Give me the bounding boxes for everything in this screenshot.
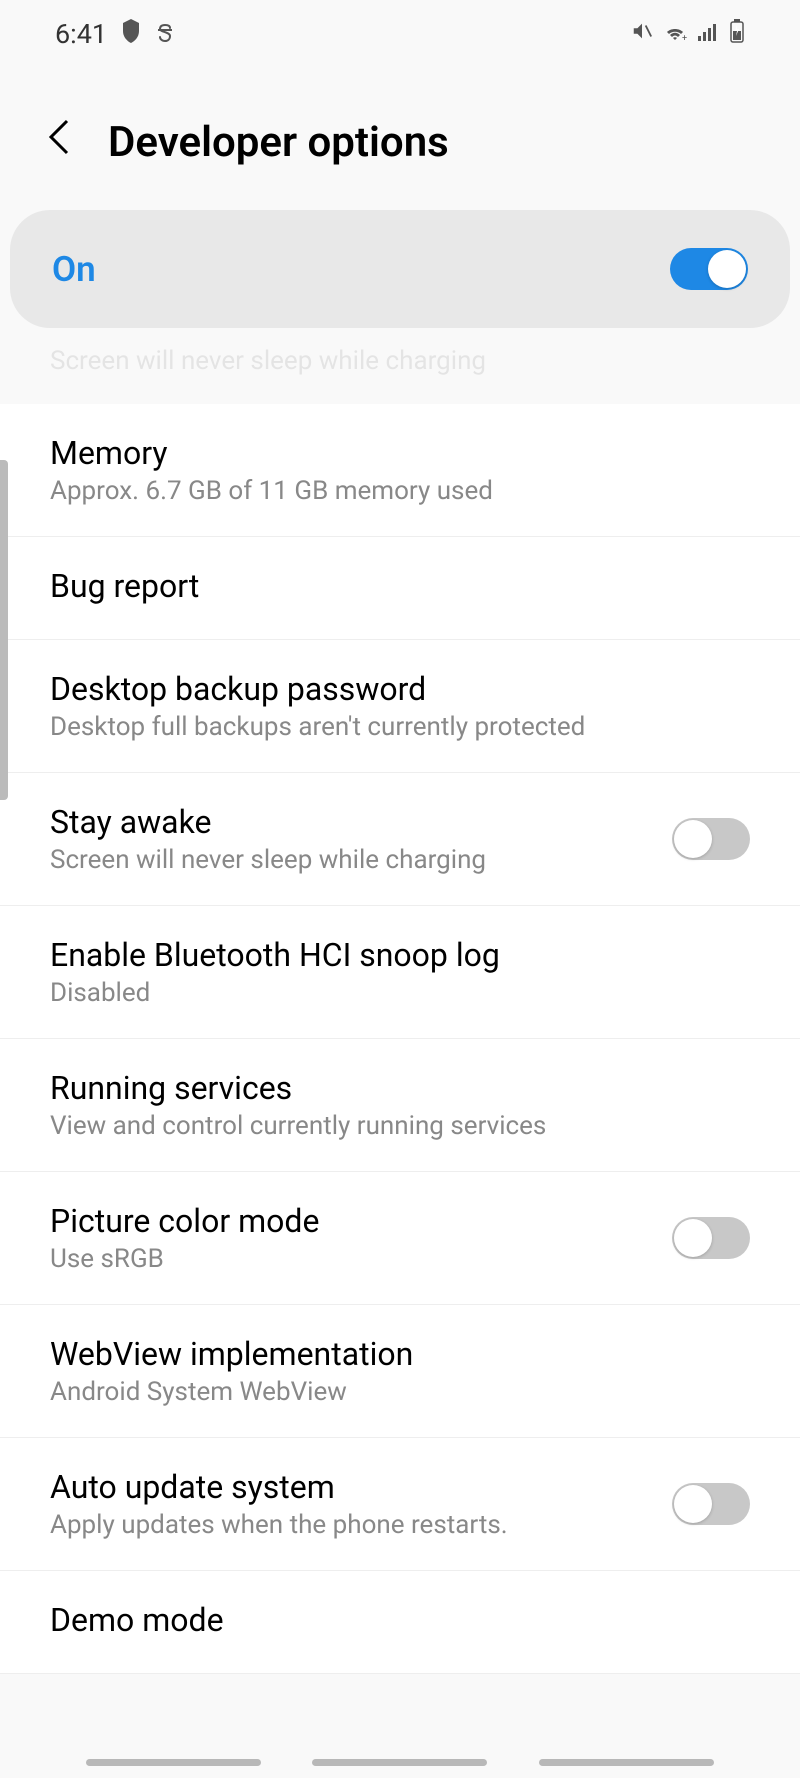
setting-row[interactable]: Demo mode [0,1571,800,1674]
setting-subtitle: Disabled [50,978,750,1008]
setting-row[interactable]: Desktop backup password Desktop full back… [0,640,800,773]
status-right: + [631,19,745,50]
setting-title: Memory [50,434,750,472]
nav-back[interactable] [539,1759,714,1766]
setting-row[interactable]: Bug report [0,537,800,640]
setting-title: Picture color mode [50,1202,672,1240]
setting-toggle[interactable] [672,1483,750,1525]
setting-text: Enable Bluetooth HCI snoop log Disabled [50,936,750,1008]
setting-title: Auto update system [50,1468,672,1506]
setting-title: WebView implementation [50,1335,750,1373]
header: Developer options [0,60,800,210]
setting-title: Bug report [50,567,750,605]
setting-subtitle: Android System WebView [50,1377,750,1407]
faded-subtitle: Screen will never sleep while charging [50,346,750,376]
setting-row[interactable]: Auto update system Apply updates when the… [0,1438,800,1571]
setting-text: Desktop backup password Desktop full back… [50,670,750,742]
setting-subtitle: Screen will never sleep while charging [50,845,672,875]
samsung-icon [155,24,175,44]
scroll-indicator[interactable] [0,460,8,800]
setting-text: Picture color mode Use sRGB [50,1202,672,1274]
setting-title: Enable Bluetooth HCI snoop log [50,936,750,974]
master-toggle-switch[interactable] [670,248,748,290]
setting-title: Stay awake [50,803,672,841]
shield-icon [121,19,141,50]
toggle-knob [674,1485,712,1523]
settings-list: Memory Approx. 6.7 GB of 11 GB memory use… [0,404,800,1674]
setting-text: Stay awake Screen will never sleep while … [50,803,672,875]
setting-toggle[interactable] [672,818,750,860]
nav-recents[interactable] [86,1759,261,1766]
master-toggle-row[interactable]: On [10,210,790,328]
setting-row[interactable]: Running services View and control current… [0,1039,800,1172]
setting-subtitle: Approx. 6.7 GB of 11 GB memory used [50,476,750,506]
setting-title: Demo mode [50,1601,750,1639]
mute-icon [631,20,653,49]
setting-row[interactable]: Stay awake Screen will never sleep while … [0,773,800,906]
setting-text: Memory Approx. 6.7 GB of 11 GB memory use… [50,434,750,506]
setting-text: WebView implementation Android System Web… [50,1335,750,1407]
setting-text: Auto update system Apply updates when the… [50,1468,672,1540]
setting-row[interactable]: Picture color mode Use sRGB [0,1172,800,1305]
setting-text: Demo mode [50,1601,750,1643]
setting-subtitle: Desktop full backups aren't currently pr… [50,712,750,742]
svg-text:+: + [682,34,687,42]
wifi-icon: + [663,20,687,49]
setting-toggle[interactable] [672,1217,750,1259]
signal-icon [697,20,719,49]
setting-row[interactable]: Enable Bluetooth HCI snoop log Disabled [0,906,800,1039]
setting-subtitle: Use sRGB [50,1244,672,1274]
setting-title: Desktop backup password [50,670,750,708]
setting-subtitle: Apply updates when the phone restarts. [50,1510,672,1540]
back-button[interactable] [45,115,73,170]
setting-title: Running services [50,1069,750,1107]
page-title: Developer options [108,118,449,167]
nav-bar [0,1759,800,1766]
battery-icon [729,19,745,50]
master-toggle-label: On [52,249,96,290]
faded-partial-row: Screen will never sleep while charging [0,328,800,404]
toggle-knob [708,250,746,288]
setting-text: Running services View and control current… [50,1069,750,1141]
status-left: 6:41 [55,18,175,50]
setting-row[interactable]: Memory Approx. 6.7 GB of 11 GB memory use… [0,404,800,537]
setting-subtitle: View and control currently running servi… [50,1111,750,1141]
setting-text: Bug report [50,567,750,609]
nav-home[interactable] [312,1759,487,1766]
toggle-knob [674,1219,712,1257]
status-bar: 6:41 + [0,0,800,60]
setting-row[interactable]: WebView implementation Android System Web… [0,1305,800,1438]
toggle-knob [674,820,712,858]
status-time: 6:41 [55,18,107,50]
